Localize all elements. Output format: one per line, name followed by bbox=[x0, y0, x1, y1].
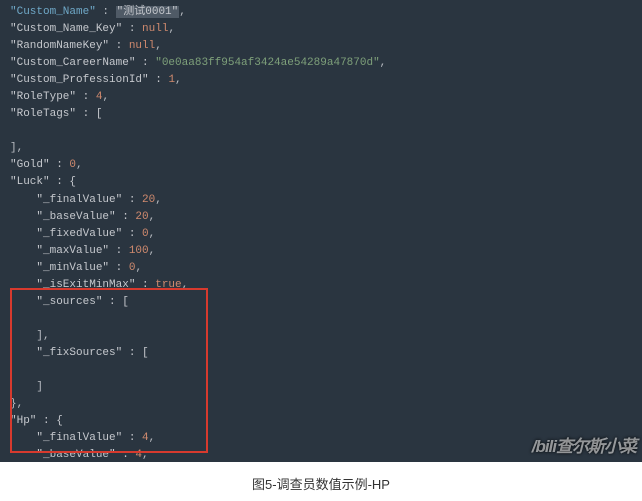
code-line: "_baseValue" : 20, bbox=[10, 209, 642, 226]
code-line: "Custom_Name" : "测试0001", bbox=[10, 4, 642, 21]
code-line: "_minValue" : 0, bbox=[10, 260, 642, 277]
code-line: "_baseValue" : 4, bbox=[10, 447, 642, 462]
code-line: ], bbox=[10, 140, 642, 157]
code-line: "_maxValue" : 100, bbox=[10, 243, 642, 260]
code-line bbox=[10, 311, 642, 328]
code-line: }, bbox=[10, 396, 642, 413]
code-line: "Custom_Name_Key" : null, bbox=[10, 21, 642, 38]
code-viewer: "Custom_Name" : "测试0001", "Custom_Name_K… bbox=[0, 0, 642, 462]
code-line: "_fixSources" : [ bbox=[10, 345, 642, 362]
code-line: "Custom_ProfessionId" : 1, bbox=[10, 72, 642, 89]
code-line: "RoleTags" : [ bbox=[10, 106, 642, 123]
code-line: "Custom_CareerName" : "0e0aa83ff954af342… bbox=[10, 55, 642, 72]
code-line: "RandomNameKey" : null, bbox=[10, 38, 642, 55]
code-line bbox=[10, 123, 642, 140]
code-line: "Luck" : { bbox=[10, 174, 642, 191]
code-line: "Hp" : { bbox=[10, 413, 642, 430]
figure-caption: 图5-调查员数值示例-HP bbox=[0, 462, 642, 501]
code-line bbox=[10, 362, 642, 379]
code-line: "_fixedValue" : 0, bbox=[10, 226, 642, 243]
code-line: "_finalValue" : 20, bbox=[10, 192, 642, 209]
code-line: "_sources" : [ bbox=[10, 294, 642, 311]
code-line: "Gold" : 0, bbox=[10, 157, 642, 174]
code-line: "RoleType" : 4, bbox=[10, 89, 642, 106]
code-line: "_isExitMinMax" : true, bbox=[10, 277, 642, 294]
code-line: ] bbox=[10, 379, 642, 396]
code-line: ], bbox=[10, 328, 642, 345]
code-line: "_finalValue" : 4, bbox=[10, 430, 642, 447]
